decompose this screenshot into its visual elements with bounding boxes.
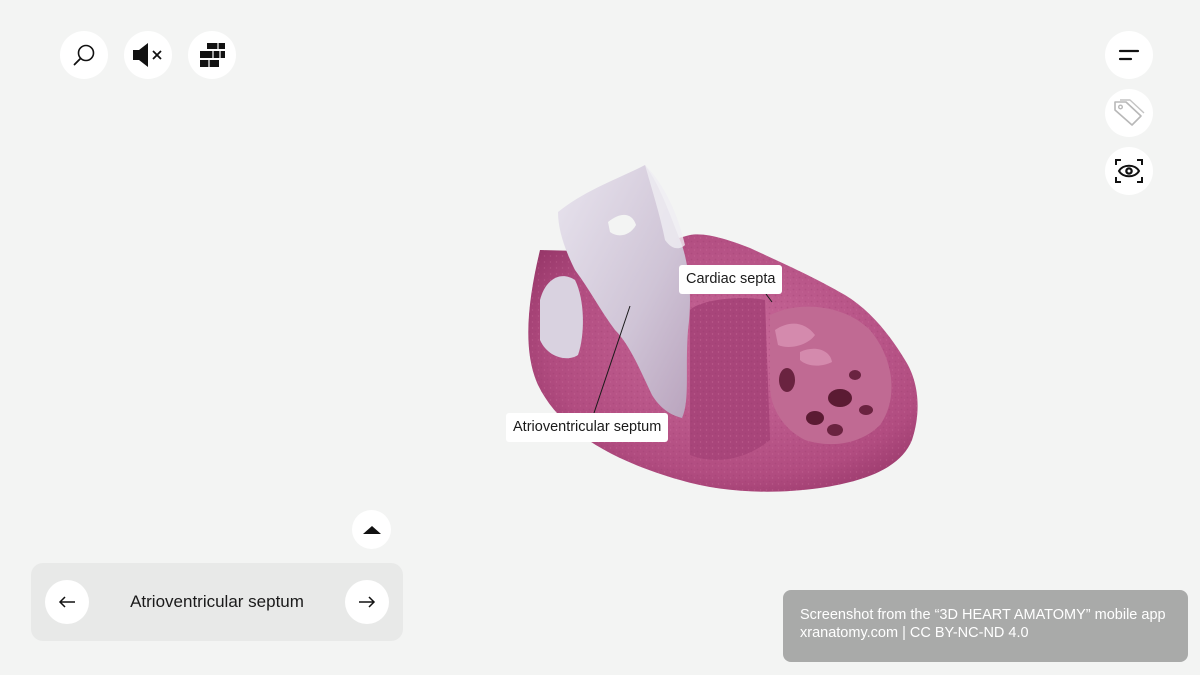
eye-focus-icon — [1115, 159, 1143, 183]
next-structure-button[interactable] — [345, 580, 389, 624]
layers-icon — [200, 43, 225, 67]
search-icon — [73, 44, 95, 66]
atrial-opening — [540, 276, 583, 359]
caret-up-icon — [362, 525, 381, 534]
credit-line-2: xranatomy.com | CC BY-NC-ND 4.0 — [800, 624, 1029, 641]
layers-button[interactable] — [188, 31, 236, 79]
label-cardiac-septa[interactable]: Cardiac septa — [679, 265, 783, 294]
credit-overlay: Screenshot from the “3D HEART AMATOMY” m… — [783, 590, 1188, 662]
current-structure-name: Atrioventricular septum — [130, 592, 304, 611]
view-focus-button[interactable] — [1105, 147, 1153, 195]
menu-button[interactable] — [1105, 31, 1153, 79]
mute-button[interactable] — [124, 31, 172, 79]
speaker-muted-icon — [133, 43, 162, 67]
expand-panel-button[interactable] — [352, 510, 391, 549]
app-screen: Cardiac septa Atrioventricular septum At… — [0, 0, 1200, 675]
previous-structure-button[interactable] — [45, 580, 89, 624]
menu-lines-icon — [1118, 49, 1140, 61]
tag-icon — [1114, 99, 1145, 126]
search-button[interactable] — [60, 31, 108, 79]
arrow-left-icon — [58, 596, 75, 608]
labels-toggle-button[interactable] — [1105, 89, 1153, 137]
label-atrioventricular-septum[interactable]: Atrioventricular septum — [506, 413, 669, 442]
credit-line-1: Screenshot from the “3D HEART AMATOMY” m… — [800, 607, 1166, 623]
structure-navigator: Atrioventricular septum — [31, 563, 403, 641]
arrow-right-icon — [359, 596, 376, 608]
